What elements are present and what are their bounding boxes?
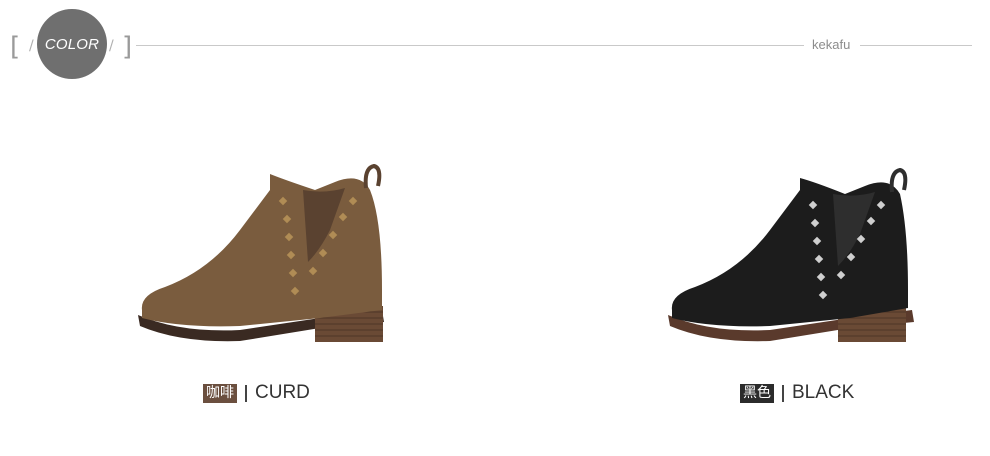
divider-line: [136, 45, 804, 46]
slash-left: /: [29, 38, 34, 54]
separator-bar: [245, 384, 247, 402]
ankle-boot-black-image: [668, 167, 914, 342]
product-image-curd[interactable]: [120, 150, 420, 420]
separator-bar: [782, 384, 784, 402]
color-name-en: BLACK: [792, 382, 855, 403]
ankle-boot-brown-image: [138, 163, 384, 342]
color-badge: COLOR: [37, 9, 107, 79]
brand-name: kekafu: [812, 37, 851, 52]
slash-right: /: [109, 38, 114, 54]
color-name-en: CURD: [255, 382, 310, 403]
caption-black: 黑色 BLACK: [740, 382, 854, 404]
product-image-black[interactable]: [650, 150, 950, 420]
left-bracket: [: [10, 32, 21, 62]
right-bracket: ]: [122, 32, 133, 62]
caption-curd: 咖啡 CURD: [203, 382, 310, 404]
color-tag-cn: 咖啡: [203, 383, 237, 403]
divider-line-right: [860, 45, 972, 46]
color-tag-cn: 黑色: [740, 383, 774, 403]
color-badge-label: COLOR: [44, 35, 100, 53]
